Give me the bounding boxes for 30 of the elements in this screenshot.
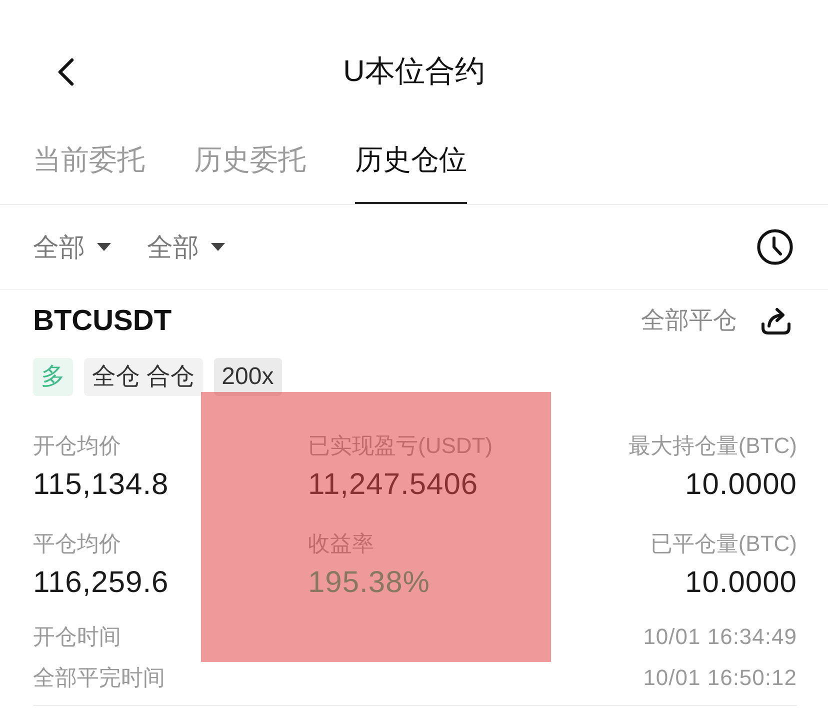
symbol-name: BTCUSDT <box>33 304 172 339</box>
clock-icon[interactable] <box>757 229 793 265</box>
tab[interactable]: 历史仓位 <box>355 140 467 204</box>
filter-dropdown[interactable]: 全部 <box>147 229 225 265</box>
share-icon[interactable] <box>760 307 792 335</box>
time-label: 全部平完时间 <box>33 664 165 692</box>
stat-value: 115,134.8 <box>33 467 169 503</box>
tab[interactable]: 当前委托 <box>33 140 145 204</box>
page-title: U本位合约 <box>343 54 485 90</box>
stat-value: 11,247.5406 <box>308 467 478 503</box>
time-value: 10/01 16:50:12 <box>643 664 797 692</box>
caret-icon <box>211 243 225 251</box>
stat-value: 10.0000 <box>685 565 797 601</box>
position-tag: 200x <box>214 358 282 396</box>
stat-value: 116,259.6 <box>33 565 169 601</box>
stat-value: 10.0000 <box>685 467 797 503</box>
stat-label: 已平仓量(BTC) <box>650 530 797 558</box>
back-icon[interactable] <box>57 58 74 86</box>
time-label: 开仓时间 <box>33 623 121 651</box>
caret-icon <box>97 243 111 251</box>
filter-dropdown[interactable]: 全部 <box>33 229 111 265</box>
position-tag: 全仓 合仓 <box>84 358 203 396</box>
stat-label: 平仓均价 <box>33 530 121 558</box>
time-value: 10/01 16:34:49 <box>643 623 797 651</box>
tab[interactable]: 历史委托 <box>194 140 306 204</box>
close-all-link[interactable]: 全部平仓 <box>641 305 737 337</box>
stat-value: 195.38% <box>308 565 430 601</box>
position-tag: 多 <box>33 358 73 396</box>
stat-label: 开仓均价 <box>33 432 121 460</box>
stat-label: 最大持仓量(BTC) <box>628 432 797 460</box>
